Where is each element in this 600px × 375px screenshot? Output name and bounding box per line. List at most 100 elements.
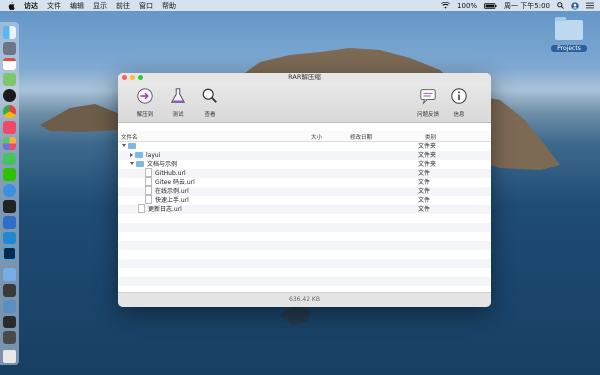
menu-file[interactable]: 文件 (47, 1, 61, 11)
extract-to-label: 解压到 (136, 112, 154, 118)
empty-row (118, 223, 491, 232)
music-icon[interactable] (3, 120, 16, 134)
minimize-button[interactable] (130, 75, 135, 80)
launchpad-icon[interactable] (3, 41, 16, 55)
menu-app-name[interactable]: 访达 (24, 1, 38, 11)
empty-row (118, 277, 491, 286)
menubar-status-area: 100% 周一 下午5:00 (441, 0, 594, 11)
zoom-button[interactable] (138, 75, 143, 80)
safari-icon[interactable] (3, 184, 16, 197)
column-size[interactable]: 大小 (311, 133, 322, 141)
item-name: 文档与示例 (147, 161, 178, 168)
messages-icon[interactable] (3, 152, 16, 166)
toolbar: 解压到 测试 查看 问题反馈 信息 (118, 82, 491, 123)
disclosure-triangle-icon[interactable] (130, 162, 134, 165)
empty-row (118, 232, 491, 241)
menu-help[interactable]: 帮助 (162, 1, 176, 11)
downloads-icon[interactable] (3, 299, 16, 313)
view-button[interactable]: 查看 (196, 87, 224, 118)
item-kind: 文件 (418, 197, 431, 204)
close-button[interactable] (122, 75, 127, 80)
preview-icon[interactable] (3, 315, 16, 329)
column-kind[interactable]: 类别 (425, 133, 436, 141)
photoshop-icon[interactable] (3, 247, 16, 261)
info-icon (451, 88, 467, 104)
folder-icon (135, 151, 143, 158)
item-kind: 文件夹 (418, 143, 437, 150)
list-item[interactable]: 文档与示例 文件夹 (118, 160, 491, 169)
trash-icon[interactable] (3, 350, 16, 364)
dock (0, 22, 19, 365)
search-icon[interactable] (557, 2, 564, 9)
wechat-icon[interactable] (3, 168, 16, 182)
menu-view[interactable]: 显示 (93, 1, 107, 11)
item-kind: 文件 (418, 206, 431, 213)
battery-percent: 100% (457, 1, 478, 10)
desktop-folder-icon[interactable] (555, 17, 583, 40)
url-file-icon (145, 195, 152, 204)
test-label: 测试 (172, 112, 184, 118)
item-name: Gitee 码云.url (155, 179, 195, 186)
status-bar: 636.42 KB (118, 292, 491, 307)
list-item[interactable]: layui 文件夹 (118, 151, 491, 160)
info-label: 信息 (453, 112, 465, 118)
column-name[interactable]: 文件名 (121, 133, 138, 141)
list-item[interactable]: 快速上手.url 文件 (118, 195, 491, 205)
menu-go[interactable]: 前往 (116, 1, 130, 11)
url-file-icon (145, 186, 152, 195)
calendar-icon[interactable] (3, 57, 16, 71)
list-item[interactable]: 文件夹 (118, 142, 491, 151)
window-title: RAR解压缩 (288, 73, 321, 81)
feedback-label: 问题反馈 (416, 112, 439, 118)
menu-window[interactable]: 窗口 (139, 1, 153, 11)
item-name: layui (146, 152, 161, 159)
speech-bubble-icon (420, 89, 436, 105)
column-header: 文件名 大小 修改日期 类别 (118, 131, 491, 142)
menubar-clock[interactable]: 周一 下午5:00 (504, 1, 550, 11)
battery-icon[interactable] (484, 2, 497, 9)
disclosure-triangle-icon[interactable] (130, 152, 133, 157)
window-titlebar[interactable]: RAR解压缩 (118, 73, 491, 82)
item-name: 快速上手.url (155, 197, 189, 204)
qq-icon[interactable] (3, 89, 16, 103)
chrome-icon[interactable] (3, 105, 16, 118)
disclosure-triangle-icon[interactable] (122, 144, 126, 147)
apple-icon[interactable] (8, 1, 15, 10)
file-list: 文件夹 layui 文件夹 文档与示例 文件夹 GitHub.url 文件 Gi… (118, 142, 491, 292)
menu-edit[interactable]: 编辑 (70, 1, 84, 11)
item-name: GitHub.url (155, 170, 186, 177)
wifi-icon[interactable] (441, 2, 450, 9)
vscode-icon[interactable] (3, 231, 16, 245)
control-center-icon[interactable] (586, 2, 594, 9)
flask-icon (170, 88, 186, 103)
files-icon[interactable] (3, 268, 16, 282)
empty-row (118, 214, 491, 223)
empty-row (118, 250, 491, 259)
item-kind: 文件 (418, 179, 431, 186)
display-icon[interactable] (3, 284, 16, 297)
terminal-icon[interactable] (3, 199, 16, 213)
user-avatar-icon[interactable] (571, 1, 579, 10)
photos-icon[interactable] (3, 136, 16, 150)
info-button[interactable]: 信息 (445, 87, 473, 118)
view-label: 查看 (204, 112, 216, 118)
test-button[interactable]: 测试 (164, 87, 192, 118)
list-item[interactable]: GitHub.url 文件 (118, 168, 491, 178)
url-file-icon (145, 168, 152, 177)
magnifier-icon (202, 88, 217, 103)
archive-size: 636.42 KB (289, 296, 320, 303)
feedback-button[interactable]: 问题反馈 (411, 87, 445, 118)
screenshot-icon[interactable] (3, 331, 16, 345)
extract-to-button[interactable]: 解压到 (131, 87, 159, 118)
column-modified[interactable]: 修改日期 (350, 133, 372, 141)
xcode-icon[interactable] (3, 215, 16, 229)
maps-icon[interactable] (3, 73, 16, 87)
list-item[interactable]: Gitee 码云.url 文件 (118, 177, 491, 187)
empty-row (118, 268, 491, 277)
list-item[interactable]: 在线示例.url 文件 (118, 186, 491, 196)
item-kind: 文件 (418, 170, 431, 177)
desktop-folder-label[interactable]: Projects (551, 45, 587, 52)
list-item[interactable]: 更新日志.url 文件 (118, 204, 491, 214)
item-kind: 文件 (418, 188, 431, 195)
finder-icon[interactable] (3, 26, 16, 39)
